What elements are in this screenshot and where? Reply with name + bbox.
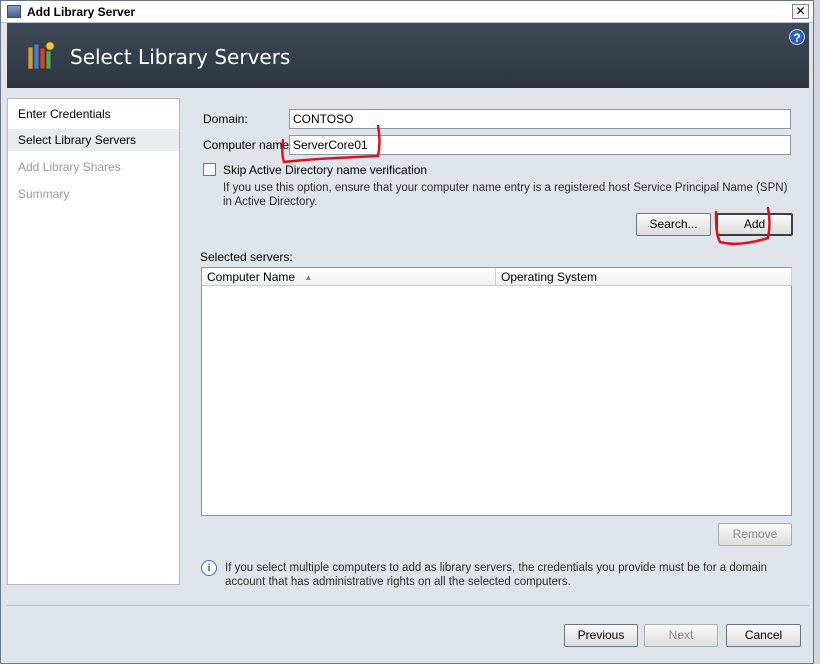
column-label: Computer Name [207,270,296,284]
nav-item-label: Add Library Shares [18,160,121,174]
nav-item-add-library-shares: Add Library Shares [8,156,179,178]
background-edge [814,0,820,664]
add-button[interactable]: Add [716,213,793,236]
previous-button[interactable]: Previous [564,624,638,647]
nav-item-label: Select Library Servers [18,133,137,147]
nav-item-summary: Summary [8,183,179,205]
nav-item-label: Summary [18,187,70,201]
add-library-server-window: Add Library Server ✕ Select Library Serv… [0,0,814,664]
skip-ad-hint: If you use this option, ensure that your… [223,182,788,208]
title-bar: Add Library Server ✕ [1,1,813,23]
list-header: Computer Name ▲ Operating System [202,268,792,286]
next-button: Next [644,624,718,647]
skip-ad-verification-label[interactable]: Skip Active Directory name verification [223,163,427,177]
library-books-icon [27,41,55,70]
footer-divider [7,605,809,606]
wizard-steps-nav: Enter Credentials Select Library Servers… [7,98,180,585]
nav-item-enter-credentials[interactable]: Enter Credentials [8,103,179,125]
skip-ad-verification-checkbox[interactable] [203,163,216,176]
info-icon: i [201,560,217,576]
domain-label: Domain: [203,112,248,126]
search-button[interactable]: Search... [636,213,711,236]
computer-name-label: Computer name: [203,138,293,152]
selected-servers-list[interactable]: Computer Name ▲ Operating System [201,267,792,516]
window-title: Add Library Server [27,5,136,19]
column-label: Operating System [501,270,598,284]
app-icon [7,5,21,18]
computer-name-field[interactable]: ServerCore01 [289,135,791,155]
cancel-button[interactable]: Cancel [726,624,801,647]
selected-servers-label: Selected servers: [200,250,293,264]
close-icon[interactable]: ✕ [792,4,809,19]
column-operating-system[interactable]: Operating System [496,268,792,286]
main-content: Domain: CONTOSO Computer name: ServerCor… [186,98,809,588]
domain-field[interactable]: CONTOSO [289,109,791,129]
nav-item-select-library-servers[interactable]: Select Library Servers [8,129,179,151]
sort-ascending-icon: ▲ [304,272,313,282]
remove-button: Remove [718,523,792,546]
column-computer-name[interactable]: Computer Name ▲ [202,268,496,286]
page-title: Select Library Servers [70,45,291,69]
header-banner: Select Library Servers ? [7,23,809,88]
info-text: If you select multiple computers to add … [225,562,768,588]
help-icon[interactable]: ? [789,29,805,45]
nav-item-label: Enter Credentials [18,107,111,121]
